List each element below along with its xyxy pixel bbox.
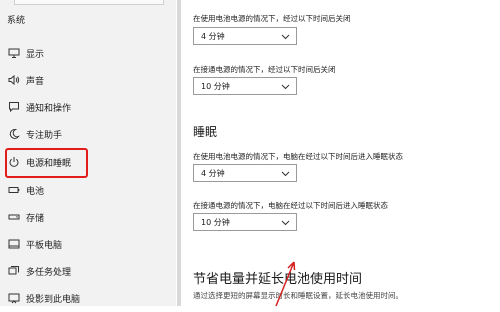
screen-battery-dropdown[interactable]: 4 分钟 — [193, 27, 297, 45]
sidebar-item-notifications[interactable]: 通知和操作 — [0, 94, 176, 120]
sidebar-item-focus-assist[interactable]: 专注助手 — [0, 121, 176, 147]
sidebar-item-label: 通知和操作 — [26, 103, 72, 114]
sidebar-item-label: 专注助手 — [26, 130, 63, 141]
moon-icon — [7, 127, 21, 141]
screen-plugged-dropdown[interactable]: 10 分钟 — [193, 77, 297, 95]
section-title: 系统 — [7, 16, 26, 26]
sleep-battery-dropdown[interactable]: 4 分钟 — [193, 164, 297, 182]
chevron-down-icon — [281, 82, 290, 93]
project-icon — [7, 291, 21, 305]
monitor-icon — [7, 46, 21, 60]
battery-icon — [7, 183, 21, 197]
search-box-fragment[interactable] — [14, 0, 164, 5]
sidebar-item-label: 平板电脑 — [26, 240, 63, 251]
sidebar: 系统 显示 声音 通知和操作 专注助手 电源和睡眠 电池 存储 平板电脑 多任务… — [0, 0, 176, 306]
message-icon — [7, 100, 21, 114]
annotation-arrow — [270, 258, 300, 312]
chevron-down-icon — [281, 218, 290, 229]
sleep-plugged-dropdown[interactable]: 10 分钟 — [193, 213, 297, 231]
sidebar-item-label: 电池 — [26, 186, 45, 197]
storage-icon — [7, 210, 21, 224]
sidebar-item-label: 声音 — [26, 76, 45, 87]
screen-plugged-caption: 在接通电源的情况下，经过以下时间后关闭 — [193, 65, 336, 74]
screen-battery-caption: 在使用电池电源的情况下，经过以下时间后关闭 — [193, 14, 351, 23]
sidebar-item-tablet[interactable]: 平板电脑 — [0, 231, 176, 257]
speaker-icon — [7, 73, 21, 87]
highlight-box — [5, 148, 88, 178]
sidebar-item-multitasking[interactable]: 多任务处理 — [0, 258, 176, 284]
sleep-plugged-caption: 在接通电源的情况下，电脑在经过以下时间后进入睡眠状态 — [193, 201, 388, 210]
sidebar-item-storage[interactable]: 存储 — [0, 204, 176, 230]
main-content: 在使用电池电源的情况下，经过以下时间后关闭 4 分钟 在接通电源的情况下，经过以… — [188, 0, 500, 306]
dropdown-value: 4 分钟 — [201, 31, 225, 41]
tablet-icon — [7, 237, 21, 251]
sleep-battery-caption: 在使用电池电源的情况下，电脑在经过以下时间后进入睡眠状态 — [193, 152, 403, 161]
sidebar-item-display[interactable]: 显示 — [0, 40, 176, 66]
sidebar-scrollbar[interactable] — [177, 0, 181, 306]
sidebar-item-project[interactable]: 投影到此电脑 — [0, 285, 176, 311]
chevron-down-icon — [281, 169, 290, 180]
dropdown-value: 10 分钟 — [201, 81, 230, 91]
chevron-down-icon — [281, 32, 290, 43]
sleep-heading: 睡眠 — [193, 125, 218, 139]
dropdown-value: 10 分钟 — [201, 217, 230, 227]
sidebar-item-label: 投影到此电脑 — [26, 294, 81, 305]
sidebar-item-battery[interactable]: 电池 — [0, 177, 176, 203]
dropdown-value: 4 分钟 — [201, 168, 225, 178]
sidebar-item-sound[interactable]: 声音 — [0, 67, 176, 93]
sidebar-item-label: 多任务处理 — [26, 267, 72, 278]
sidebar-item-label: 显示 — [26, 49, 45, 60]
multitask-icon — [7, 264, 21, 278]
sidebar-item-label: 存储 — [26, 213, 45, 224]
